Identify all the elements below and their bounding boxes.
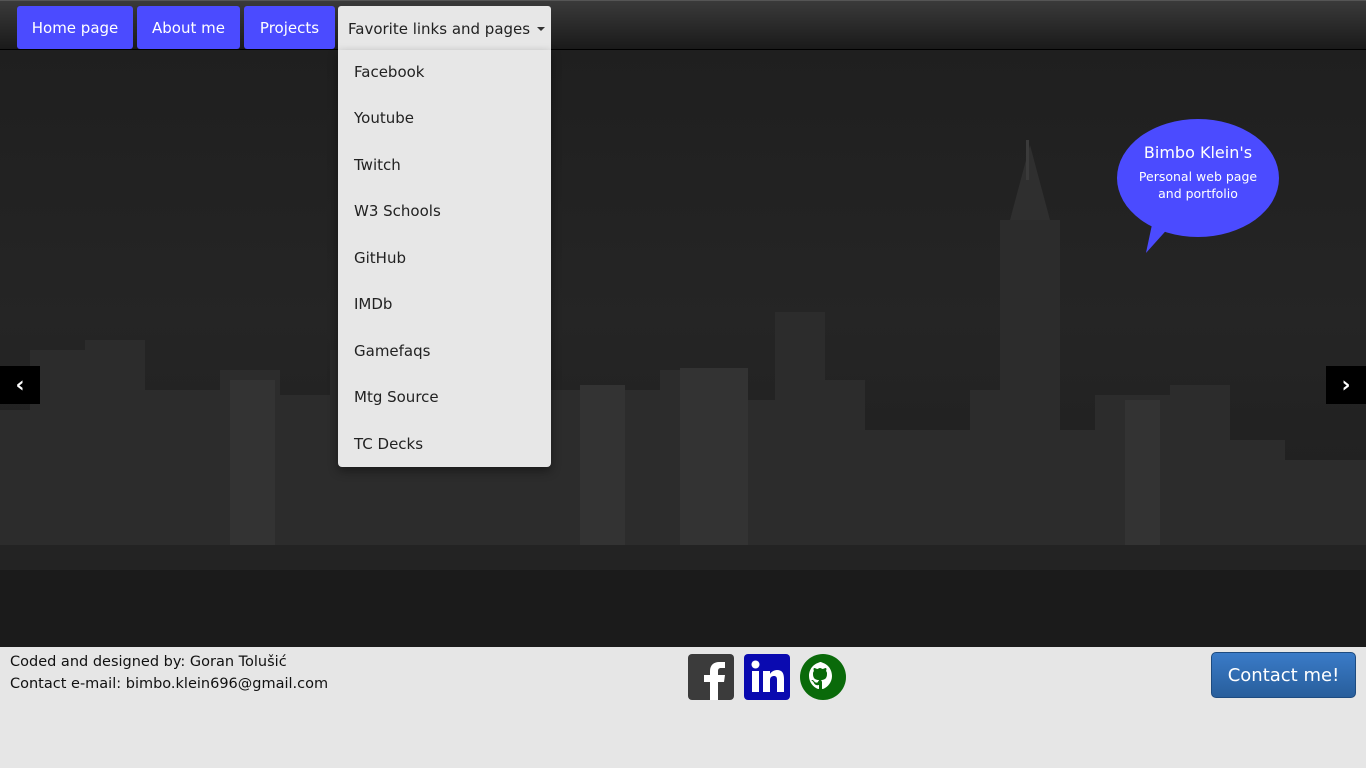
carousel-prev-button[interactable]: ‹ xyxy=(0,366,40,404)
dropdown-item-github[interactable]: GitHub xyxy=(354,249,406,267)
nav-favorites-dropdown-toggle[interactable]: Favorite links and pages xyxy=(338,6,551,51)
contact-me-button[interactable]: Contact me! xyxy=(1211,652,1356,698)
dropdown-item-mtg-source[interactable]: Mtg Source xyxy=(354,388,439,406)
bubble-subtitle: Personal web page and portfolio xyxy=(1138,169,1258,201)
nav-home-button[interactable]: Home page xyxy=(17,6,133,49)
caret-down-icon xyxy=(537,26,546,31)
footer-credit: Coded and designed by: Goran Tolušić xyxy=(10,654,287,670)
dropdown-item-facebook[interactable]: Facebook xyxy=(354,63,424,81)
footer-contact-email: Contact e-mail: bimbo.klein696@gmail.com xyxy=(10,676,329,692)
favorites-dropdown-menu: Facebook Youtube Twitch W3 Schools GitHu… xyxy=(338,50,551,467)
dropdown-item-tc-decks[interactable]: TC Decks xyxy=(354,435,423,453)
bubble-title: Bimbo Klein's xyxy=(1143,143,1253,162)
top-navbar: Home page About me Projects Favorite lin… xyxy=(0,0,1366,51)
dropdown-item-w3schools[interactable]: W3 Schools xyxy=(354,202,441,220)
nav-projects-button[interactable]: Projects xyxy=(244,6,335,49)
linkedin-icon[interactable] xyxy=(744,654,790,700)
nav-about-button[interactable]: About me xyxy=(137,6,240,49)
dropdown-item-imdb[interactable]: IMDb xyxy=(354,295,392,313)
dropdown-item-gamefaqs[interactable]: Gamefaqs xyxy=(354,342,430,360)
dropdown-item-twitch[interactable]: Twitch xyxy=(354,156,401,174)
carousel-next-button[interactable]: › xyxy=(1326,366,1366,404)
title-speech-bubble: Bimbo Klein's Personal web page and port… xyxy=(1117,119,1279,253)
dropdown-item-youtube[interactable]: Youtube xyxy=(354,109,414,127)
github-icon[interactable] xyxy=(800,654,846,700)
nav-favorites-label: Favorite links and pages xyxy=(348,19,531,38)
facebook-icon[interactable] xyxy=(688,654,734,700)
